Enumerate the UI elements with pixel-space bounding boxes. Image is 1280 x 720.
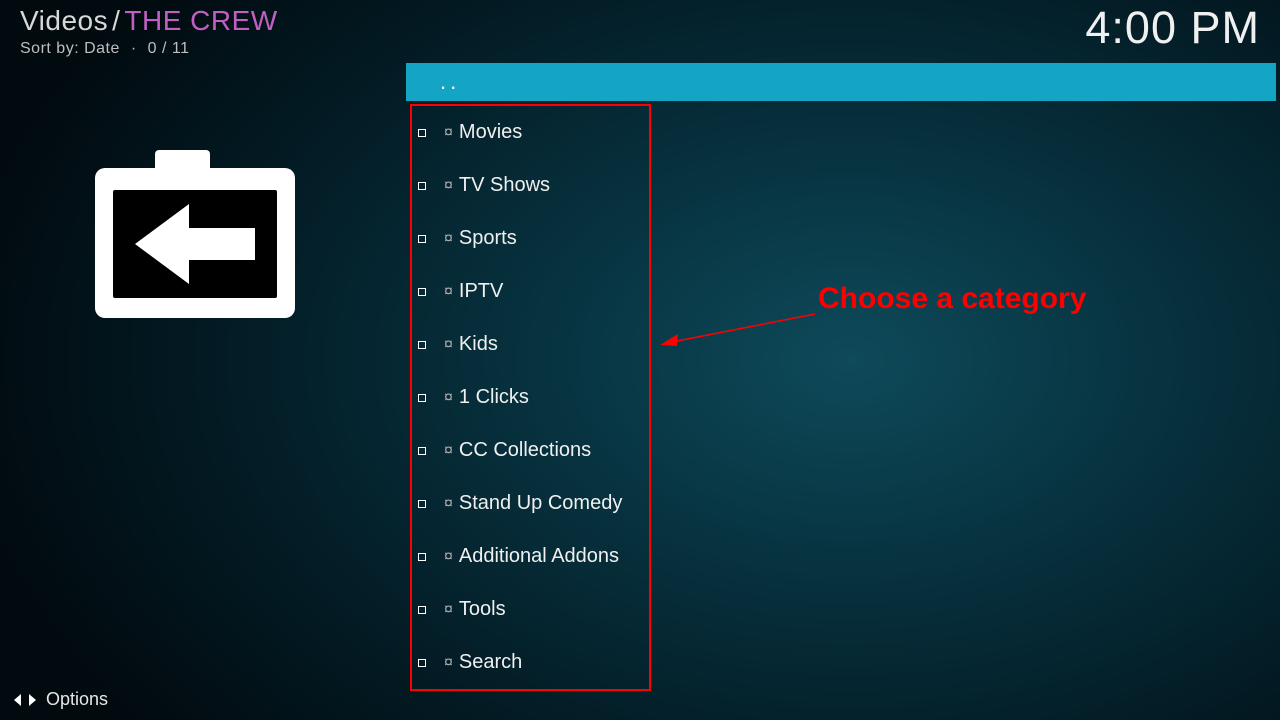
item-label: Sports xyxy=(459,227,517,250)
list-item[interactable]: ¤ Sports xyxy=(418,212,651,265)
square-bullet-icon xyxy=(418,288,426,296)
square-bullet-icon xyxy=(418,447,426,455)
item-label: CC Collections xyxy=(459,439,591,462)
list-item[interactable]: ¤ IPTV xyxy=(418,265,651,318)
item-marker: ¤ xyxy=(444,389,453,407)
breadcrumb: Videos/THE CREW xyxy=(20,5,278,37)
parent-directory-label: .. xyxy=(440,69,460,95)
item-label: Movies xyxy=(459,121,522,144)
item-label: 1 Clicks xyxy=(459,386,529,409)
sort-label: Sort by: xyxy=(20,40,79,57)
parent-directory-row[interactable]: .. xyxy=(406,63,1276,101)
list-item[interactable]: ¤ CC Collections xyxy=(418,424,651,477)
item-marker: ¤ xyxy=(444,336,453,354)
square-bullet-icon xyxy=(418,500,426,508)
item-marker: ¤ xyxy=(444,283,453,301)
options-icon xyxy=(14,691,36,709)
breadcrumb-leaf: THE CREW xyxy=(124,5,277,36)
clock: 4:00 PM xyxy=(1085,2,1260,54)
list-item[interactable]: ¤ Kids xyxy=(418,318,651,371)
breadcrumb-separator: / xyxy=(108,5,124,36)
list-item[interactable]: ¤ Movies xyxy=(418,106,651,159)
annotation-text: Choose a category xyxy=(818,282,1086,316)
item-label: Stand Up Comedy xyxy=(459,492,622,515)
sort-value: Date xyxy=(84,40,120,57)
square-bullet-icon xyxy=(418,129,426,137)
annotation-arrow-icon xyxy=(660,312,820,352)
item-label: Search xyxy=(459,651,522,674)
item-marker: ¤ xyxy=(444,124,453,142)
square-bullet-icon xyxy=(418,394,426,402)
options-button[interactable]: Options xyxy=(14,689,108,710)
item-marker: ¤ xyxy=(444,495,453,513)
list-position: 0 / 11 xyxy=(148,40,190,57)
list-item[interactable]: ¤ Search xyxy=(418,636,651,689)
list-item[interactable]: ¤ Stand Up Comedy xyxy=(418,477,651,530)
list-item[interactable]: ¤ Additional Addons xyxy=(418,530,651,583)
square-bullet-icon xyxy=(418,341,426,349)
item-label: Kids xyxy=(459,333,498,356)
item-label: TV Shows xyxy=(459,174,550,197)
item-label: IPTV xyxy=(459,280,503,303)
back-folder-icon[interactable] xyxy=(85,150,305,330)
item-marker: ¤ xyxy=(444,177,453,195)
square-bullet-icon xyxy=(418,235,426,243)
item-marker: ¤ xyxy=(444,654,453,672)
item-marker: ¤ xyxy=(444,442,453,460)
item-label: Tools xyxy=(459,598,506,621)
square-bullet-icon xyxy=(418,553,426,561)
square-bullet-icon xyxy=(418,182,426,190)
sort-dot: · xyxy=(125,40,143,57)
list-item[interactable]: ¤ Tools xyxy=(418,583,651,636)
sort-info: Sort by: Date · 0 / 11 xyxy=(20,40,189,58)
list-item[interactable]: ¤ 1 Clicks xyxy=(418,371,651,424)
item-marker: ¤ xyxy=(444,230,453,248)
square-bullet-icon xyxy=(418,659,426,667)
item-marker: ¤ xyxy=(444,601,453,619)
item-marker: ¤ xyxy=(444,548,453,566)
list-item[interactable]: ¤ TV Shows xyxy=(418,159,651,212)
breadcrumb-root: Videos xyxy=(20,5,108,36)
options-label: Options xyxy=(46,689,108,710)
category-list: ¤ Movies ¤ TV Shows ¤ Sports ¤ IPTV ¤ Ki… xyxy=(418,106,651,689)
item-label: Additional Addons xyxy=(459,545,619,568)
square-bullet-icon xyxy=(418,606,426,614)
